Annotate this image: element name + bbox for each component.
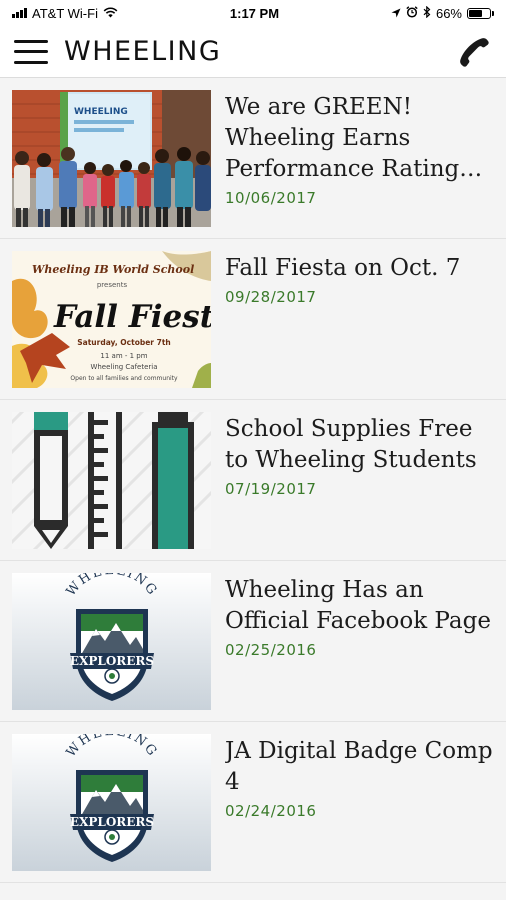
status-time: 1:17 PM [229, 5, 280, 21]
bluetooth-icon [423, 5, 431, 21]
location-arrow-icon [391, 6, 401, 21]
news-date: 02/24/2016 [225, 802, 317, 820]
flyer-day: Saturday, October 7th [77, 338, 171, 347]
news-date: 09/28/2017 [225, 288, 317, 306]
status-bar: AT&T Wi-Fi 1:17 PM 66% [0, 0, 506, 26]
news-thumbnail-explorers-logo: WHEELING EXPLORERS [12, 734, 211, 871]
battery-percent: 66% [435, 5, 462, 21]
news-text: Fall Fiesta on Oct. 7 09/28/2017 [225, 251, 494, 399]
battery-icon [467, 7, 494, 19]
ruler-icon [88, 412, 122, 549]
news-text: JA Digital Badge Comp 4 02/24/2016 [225, 734, 494, 882]
phone-icon[interactable] [456, 34, 492, 70]
news-date: 10/06/2017 [225, 189, 317, 207]
news-thumbnail-fall-fiesta-flyer: Wheeling IB World School presents Fall F… [12, 251, 211, 388]
news-title: Wheeling Has an Official Facebook Page [225, 577, 491, 634]
news-title: Fall Fiesta on Oct. 7 [225, 255, 461, 281]
news-thumbnail-group-photo: WHEELING [12, 90, 211, 227]
signal-icon [12, 8, 27, 18]
app-header: WHEELING [0, 26, 506, 78]
news-title: School Supplies Free to Wheeling Student… [225, 416, 477, 473]
news-list: WHEELING We are GREEN! Wheeling Earns Pe… [0, 78, 506, 883]
news-title: JA Digital Badge Comp 4 [225, 738, 493, 795]
news-text: Wheeling Has an Official Facebook Page 0… [225, 573, 494, 721]
flyer-time: 11 am - 1 pm [100, 352, 147, 360]
flyer-event: Fall Fiesta [53, 299, 211, 335]
wifi-icon [103, 6, 118, 21]
logo-banner-text: EXPLORERS [70, 654, 154, 668]
news-item[interactable]: WHEELING We are GREEN! Wheeling Earns Pe… [0, 78, 506, 239]
pencil-icon [34, 412, 68, 549]
news-item[interactable]: Wheeling IB World School presents Fall F… [0, 239, 506, 400]
news-item[interactable]: WHEELING EXPLORERS Wheeling Has an Offic… [0, 561, 506, 722]
news-text: We are GREEN! Wheeling Earns Performance… [225, 90, 494, 238]
flyer-place: Wheeling Cafeteria [90, 363, 157, 371]
banner-text: WHEELING [74, 107, 128, 117]
page-title: WHEELING [64, 36, 222, 67]
status-right: 66% [391, 5, 494, 21]
news-date: 07/19/2017 [225, 480, 317, 498]
news-item[interactable]: WHEELING EXPLORERS JA Digital Badge Comp… [0, 722, 506, 883]
news-thumbnail-explorers-logo: WHEELING EXPLORERS [12, 573, 211, 710]
carrier-label: AT&T Wi-Fi [32, 5, 98, 21]
logo-banner-text: EXPLORERS [70, 815, 154, 829]
alarm-clock-icon [406, 5, 418, 21]
status-left: AT&T Wi-Fi [12, 6, 118, 21]
news-text: School Supplies Free to Wheeling Student… [225, 412, 494, 560]
news-thumbnail-school-supplies [12, 412, 211, 549]
news-item[interactable]: School Supplies Free to Wheeling Student… [0, 400, 506, 561]
flyer-presents: presents [97, 281, 128, 289]
flyer-school: Wheeling IB World School [32, 263, 194, 276]
news-title: We are GREEN! Wheeling Earns Performance… [225, 94, 460, 182]
news-date: 02/25/2016 [225, 641, 317, 659]
marker-icon [152, 412, 194, 549]
flyer-note: Open to all families and community [70, 375, 178, 382]
hamburger-menu-icon[interactable] [14, 39, 48, 64]
